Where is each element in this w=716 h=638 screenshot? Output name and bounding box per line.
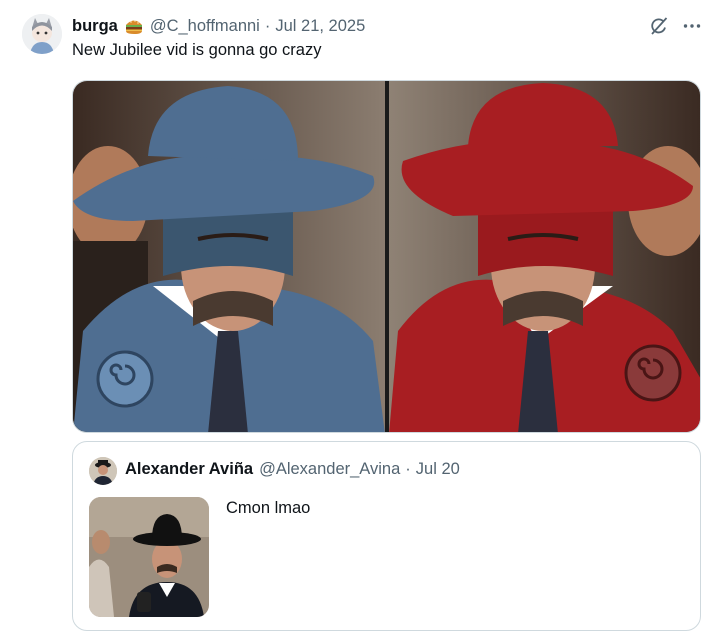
quoted-tweet-text: Cmon lmao bbox=[226, 499, 311, 517]
quoted-author-name[interactable]: Alexander Aviña bbox=[125, 460, 253, 479]
author-name[interactable]: burga bbox=[72, 17, 118, 36]
author-handle[interactable]: @C_hoffmanni bbox=[150, 17, 260, 36]
author-avatar[interactable] bbox=[22, 14, 62, 54]
quoted-author-handle[interactable]: @Alexander_Avina bbox=[259, 460, 400, 479]
quoted-author-avatar[interactable] bbox=[89, 457, 117, 485]
more-icon[interactable] bbox=[681, 15, 703, 37]
man-in-hat-thumbnail bbox=[89, 497, 209, 617]
person-avatar-icon bbox=[89, 457, 117, 485]
quoted-tweet[interactable]: Alexander Aviña @Alexander_Avina · Jul 2… bbox=[72, 441, 701, 631]
grok-icon[interactable] bbox=[648, 15, 670, 37]
two-men-in-hats-image bbox=[73, 81, 700, 432]
hamburger-icon bbox=[124, 17, 144, 35]
tweet-media-image[interactable] bbox=[72, 80, 701, 433]
tweet-header: burga @C_hoffmanni · Jul 21, 2025 bbox=[72, 15, 365, 37]
quoted-tweet-date[interactable]: Jul 20 bbox=[416, 460, 460, 479]
tweet-text: New Jubilee vid is gonna go crazy bbox=[72, 41, 322, 59]
header-separator: · bbox=[264, 16, 271, 35]
tweet-date[interactable]: Jul 21, 2025 bbox=[275, 17, 365, 36]
quoted-header-separator: · bbox=[405, 460, 411, 478]
quoted-media-thumbnail[interactable] bbox=[89, 497, 209, 617]
quoted-tweet-header: Alexander Aviña @Alexander_Avina · Jul 2… bbox=[125, 460, 460, 479]
anime-avatar-icon bbox=[22, 14, 62, 54]
